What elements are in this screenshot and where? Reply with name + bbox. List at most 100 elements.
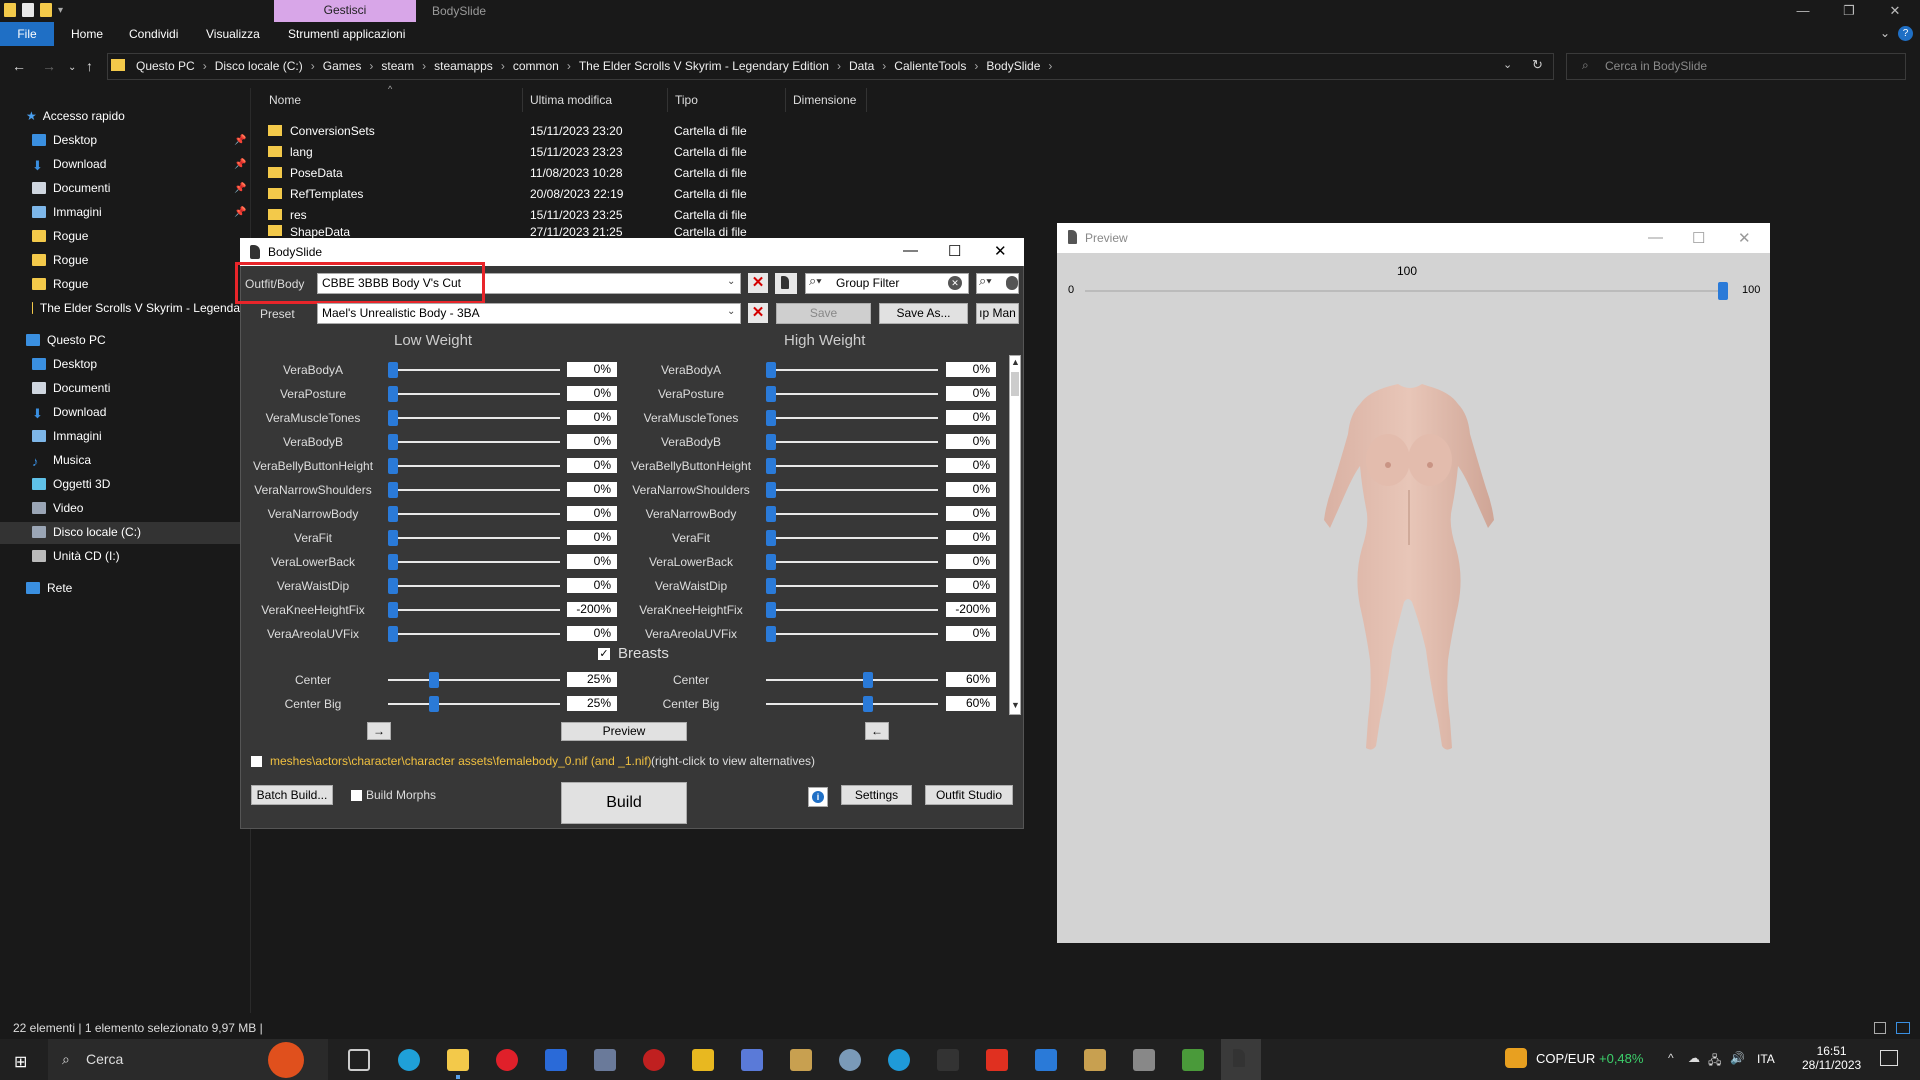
windows-start-icon[interactable]: ⊞ <box>14 1052 27 1072</box>
crumb[interactable]: steam <box>381 59 414 73</box>
info-button[interactable]: i <box>808 787 828 807</box>
properties-icon[interactable] <box>22 3 34 17</box>
clear-filter-icon[interactable] <box>1006 276 1018 290</box>
skype-icon[interactable] <box>888 1049 910 1071</box>
slider-track[interactable] <box>766 537 938 539</box>
up-arrow-icon[interactable]: ↑ <box>86 58 93 74</box>
ribbon-view[interactable]: Visualizza <box>206 27 260 41</box>
slider-value-field[interactable]: 0% <box>946 554 996 569</box>
slider-value-field[interactable]: 25% <box>567 696 617 711</box>
maximize-button[interactable]: ☐ <box>948 242 961 260</box>
new-folder-icon[interactable] <box>40 3 52 17</box>
onedrive-icon[interactable]: ☁ <box>1688 1051 1700 1065</box>
slider-value-field[interactable]: 0% <box>946 482 996 497</box>
slider-value-field[interactable]: 0% <box>946 386 996 401</box>
app-icon[interactable] <box>1084 1049 1106 1071</box>
slider-track[interactable] <box>766 679 938 681</box>
ribbon-home[interactable]: Home <box>71 27 103 41</box>
nav-this-pc[interactable]: Questo PC <box>0 329 250 351</box>
outfit-filter-button[interactable] <box>775 273 797 294</box>
crumb[interactable]: CalienteTools <box>894 59 966 73</box>
ticker-symbol[interactable]: COP/EUR <box>1536 1051 1595 1066</box>
slider-track[interactable] <box>388 703 560 705</box>
slider-thumb[interactable] <box>766 626 776 642</box>
group-manager-button[interactable]: ıp Man <box>976 303 1019 324</box>
close-button[interactable]: ✕ <box>1872 0 1918 22</box>
app-icon[interactable] <box>545 1049 567 1071</box>
maximize-button[interactable]: ☐ <box>1692 229 1705 247</box>
slider-track[interactable] <box>388 679 560 681</box>
slider-track[interactable] <box>388 585 560 587</box>
crumb[interactable]: The Elder Scrolls V Skyrim - Legendary E… <box>579 59 829 73</box>
column-size[interactable]: Dimensione <box>793 93 856 107</box>
file-row[interactable]: ShapeData 27/11/2023 21:25 Cartella di fil… <box>268 225 1168 238</box>
clear-filter-icon[interactable]: ✕ <box>948 276 962 290</box>
breasts-group-checkbox[interactable]: ✓ <box>598 648 610 660</box>
active-app-icon[interactable] <box>1221 1039 1261 1080</box>
slider-value-field[interactable]: 0% <box>567 458 617 473</box>
file-row[interactable]: res 15/11/2023 23:25 Cartella di file <box>268 204 1168 225</box>
slider-value-field[interactable]: 0% <box>567 626 617 641</box>
slider-thumb[interactable] <box>388 362 398 378</box>
nav-pc-documents[interactable]: Documenti <box>0 377 250 399</box>
slider-thumb[interactable] <box>388 554 398 570</box>
file-explorer-icon[interactable] <box>447 1049 469 1071</box>
clock[interactable]: 16:51 28/11/2023 <box>1802 1044 1861 1072</box>
chevron-down-icon[interactable]: ⌄ <box>1503 58 1512 71</box>
crumb[interactable]: common <box>513 59 559 73</box>
file-row[interactable]: RefTemplates 20/08/2023 22:19 Cartella di … <box>268 183 1168 204</box>
slider-thumb[interactable] <box>766 458 776 474</box>
slider-track[interactable] <box>766 513 938 515</box>
slider-value-field[interactable]: 0% <box>567 386 617 401</box>
slider-thumb[interactable] <box>429 696 439 712</box>
save-as-button[interactable]: Save As... <box>879 303 968 324</box>
back-arrow-icon[interactable]: ← <box>12 58 26 74</box>
edge-icon[interactable] <box>398 1049 420 1071</box>
preview-button[interactable]: Preview <box>561 722 687 741</box>
outfit-studio-button[interactable]: Outfit Studio <box>925 785 1013 805</box>
slider-value-field[interactable]: 0% <box>946 410 996 425</box>
build-morphs-checkbox[interactable] <box>351 790 362 801</box>
slider-thumb[interactable] <box>388 578 398 594</box>
weight-slider[interactable] <box>1085 290 1723 292</box>
slider-track[interactable] <box>388 489 560 491</box>
slider-thumb[interactable] <box>766 506 776 522</box>
slider-value-field[interactable]: 0% <box>567 554 617 569</box>
crumb[interactable]: BodySlide <box>986 59 1040 73</box>
details-view-icon[interactable] <box>1874 1022 1886 1034</box>
maximize-button[interactable]: ❐ <box>1826 0 1872 22</box>
app-icon[interactable] <box>594 1049 616 1071</box>
slider-track[interactable] <box>766 585 938 587</box>
slider-value-field[interactable]: 0% <box>567 434 617 449</box>
tab-manage[interactable]: Gestisci <box>274 0 416 22</box>
nav-pc-download[interactable]: ⬇ Download <box>0 401 250 423</box>
nav-item-documents[interactable]: Documenti 📌 <box>0 177 250 199</box>
app-icon[interactable] <box>839 1049 861 1071</box>
slider-value-field[interactable]: 0% <box>567 410 617 425</box>
crumb[interactable]: Disco locale (C:) <box>215 59 303 73</box>
nav-pc-music[interactable]: ♪ Musica <box>0 449 250 471</box>
slider-track[interactable] <box>766 561 938 563</box>
help-icon[interactable]: ? <box>1898 26 1913 41</box>
nav-item-download[interactable]: ⬇ Download 📌 <box>0 153 250 175</box>
slider-thumb[interactable] <box>388 506 398 522</box>
ribbon-share[interactable]: Condividi <box>129 27 178 41</box>
settings-button[interactable]: Settings <box>841 785 912 805</box>
notifications-icon[interactable] <box>1880 1050 1898 1066</box>
copy-left-button[interactable]: ← <box>865 722 889 740</box>
slider-track[interactable] <box>766 393 938 395</box>
app-icon[interactable] <box>1133 1049 1155 1071</box>
nav-pc-cd[interactable]: Unità CD (I:) <box>0 545 250 567</box>
network-icon[interactable]: 🖧 <box>1708 1051 1721 1072</box>
slider-track[interactable] <box>766 633 938 635</box>
close-button[interactable]: ✕ <box>994 242 1007 260</box>
nav-pc-video[interactable]: Video <box>0 497 250 519</box>
crumb[interactable]: Data <box>849 59 874 73</box>
build-button[interactable]: Build <box>561 782 687 824</box>
app-icon[interactable] <box>741 1049 763 1071</box>
slider-track[interactable] <box>388 537 560 539</box>
clear-preset-button[interactable]: ✕ <box>748 303 768 323</box>
slider-thumb[interactable] <box>388 626 398 642</box>
scroll-down-icon[interactable]: ▼ <box>1011 700 1020 710</box>
search-highlight-icon[interactable] <box>268 1042 304 1078</box>
